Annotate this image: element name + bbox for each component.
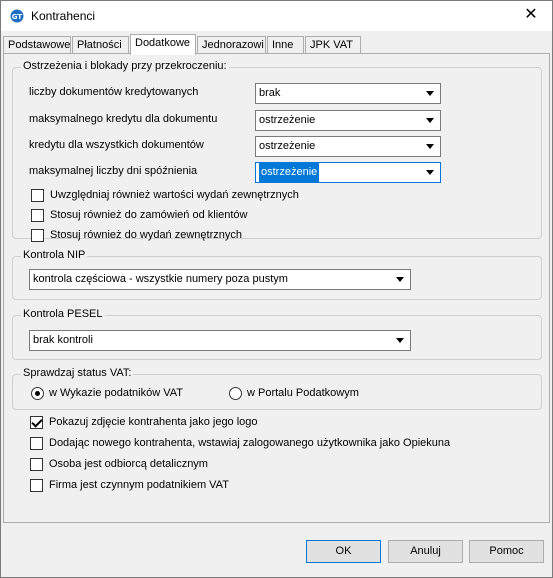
checkbox-label: Stosuj również do wydań zewnętrznych [50, 229, 242, 241]
checkbox-box [30, 437, 43, 450]
checkbox-box [30, 416, 43, 429]
pesel-control-select[interactable]: brak kontroli [29, 330, 411, 351]
close-icon: ✕ [524, 6, 538, 23]
radio-label: w Portalu Podatkowym [247, 387, 359, 399]
checkbox-label: Uwzględniaj również wartości wydań zewnę… [50, 189, 299, 201]
pesel-group: Kontrola PESEL brak kontroli [12, 308, 542, 360]
checkbox-label: Pokazuj zdjęcie kontrahenta jako jego lo… [49, 416, 258, 428]
chevron-down-icon [396, 338, 404, 343]
checkbox-box [31, 189, 44, 202]
title-bar: GT Kontrahenci ✕ [1, 1, 552, 31]
max-credit-document-select[interactable]: ostrzeżenie [255, 110, 441, 131]
select-value: ostrzeżenie [259, 114, 316, 126]
tab-label: Podstawowe [8, 39, 71, 51]
warnings-group-title: Ostrzeżenia i blokady przy przekroczeniu… [21, 60, 229, 72]
tab-podstawowe[interactable]: Podstawowe [3, 36, 71, 54]
checkbox-box [31, 209, 44, 222]
nip-group: Kontrola NIP kontrola częściowa - wszyst… [12, 249, 542, 300]
window-title: Kontrahenci [31, 9, 96, 23]
ok-button[interactable]: OK [306, 540, 381, 563]
max-overdue-days-select[interactable]: ostrzeżenie [255, 162, 441, 183]
nip-control-select[interactable]: kontrola częściowa - wszystkie numery po… [29, 269, 411, 290]
select-value: kontrola częściowa - wszystkie numery po… [33, 273, 288, 285]
dialog-window: GT Kontrahenci ✕ Podstawowe Płatności Do… [0, 0, 553, 578]
chevron-down-icon [426, 144, 434, 149]
radio-circle [31, 387, 44, 400]
nip-group-title: Kontrola NIP [21, 249, 88, 261]
warnings-group: Ostrzeżenia i blokady przy przekroczeniu… [12, 60, 542, 242]
tab-platnosci[interactable]: Płatności [72, 36, 129, 54]
chevron-down-icon [426, 170, 434, 175]
help-button[interactable]: Pomoc [469, 540, 544, 563]
select-value: ostrzeżenie [259, 163, 320, 182]
tab-label: Płatności [77, 39, 122, 51]
vat-status-group: Sprawdzaj status VAT: w Wykazie podatnik… [12, 367, 542, 410]
tab-label: Jednorazowi [202, 39, 264, 51]
tab-label: JPK VAT [310, 39, 353, 51]
checkbox-label: Dodając nowego kontrahenta, wstawiaj zal… [49, 437, 451, 449]
checkbox-label: Firma jest czynnym podatnikiem VAT [49, 479, 229, 491]
tab-inne[interactable]: Inne [267, 36, 304, 54]
select-value: brak kontroli [33, 334, 93, 346]
chevron-down-icon [426, 118, 434, 123]
tab-jpk-vat[interactable]: JPK VAT [305, 36, 361, 54]
vat-status-group-title: Sprawdzaj status VAT: [21, 367, 134, 379]
credit-all-docs-label: kredytu dla wszystkich dokumentów [29, 139, 204, 151]
radio-label: w Wykazie podatników VAT [49, 387, 183, 399]
credit-docs-count-select[interactable]: brak [255, 83, 441, 104]
select-value: ostrzeżenie [259, 140, 316, 152]
app-logo-icon: GT [10, 9, 24, 23]
radio-circle [229, 387, 242, 400]
checkbox-label: Stosuj również do zamówień od klientów [50, 209, 248, 221]
svg-text:GT: GT [12, 13, 23, 21]
checkbox-box [30, 458, 43, 471]
checkbox-box [31, 229, 44, 242]
tab-dodatkowe[interactable]: Dodatkowe [130, 34, 196, 55]
credit-docs-count-label: liczby dokumentów kredytowanych [29, 86, 199, 98]
max-overdue-days-label: maksymalnej liczby dni spóźnienia [29, 165, 198, 177]
select-value: brak [259, 87, 281, 99]
checkbox-box [30, 479, 43, 492]
chevron-down-icon [396, 277, 404, 282]
tab-label: Inne [272, 39, 294, 51]
chevron-down-icon [426, 91, 434, 96]
tab-label: Dodatkowe [135, 37, 191, 49]
tab-panel-dodatkowe: Ostrzeżenia i blokady przy przekroczeniu… [3, 53, 550, 523]
credit-all-docs-select[interactable]: ostrzeżenie [255, 136, 441, 157]
checkbox-label: Osoba jest odbiorcą detalicznym [49, 458, 208, 470]
max-credit-document-label: maksymalnego kredytu dla dokumentu [29, 113, 218, 125]
close-button[interactable]: ✕ [516, 3, 546, 27]
pesel-group-title: Kontrola PESEL [21, 308, 105, 320]
tab-jednorazowi[interactable]: Jednorazowi [197, 36, 266, 54]
cancel-button[interactable]: Anuluj [388, 540, 463, 563]
